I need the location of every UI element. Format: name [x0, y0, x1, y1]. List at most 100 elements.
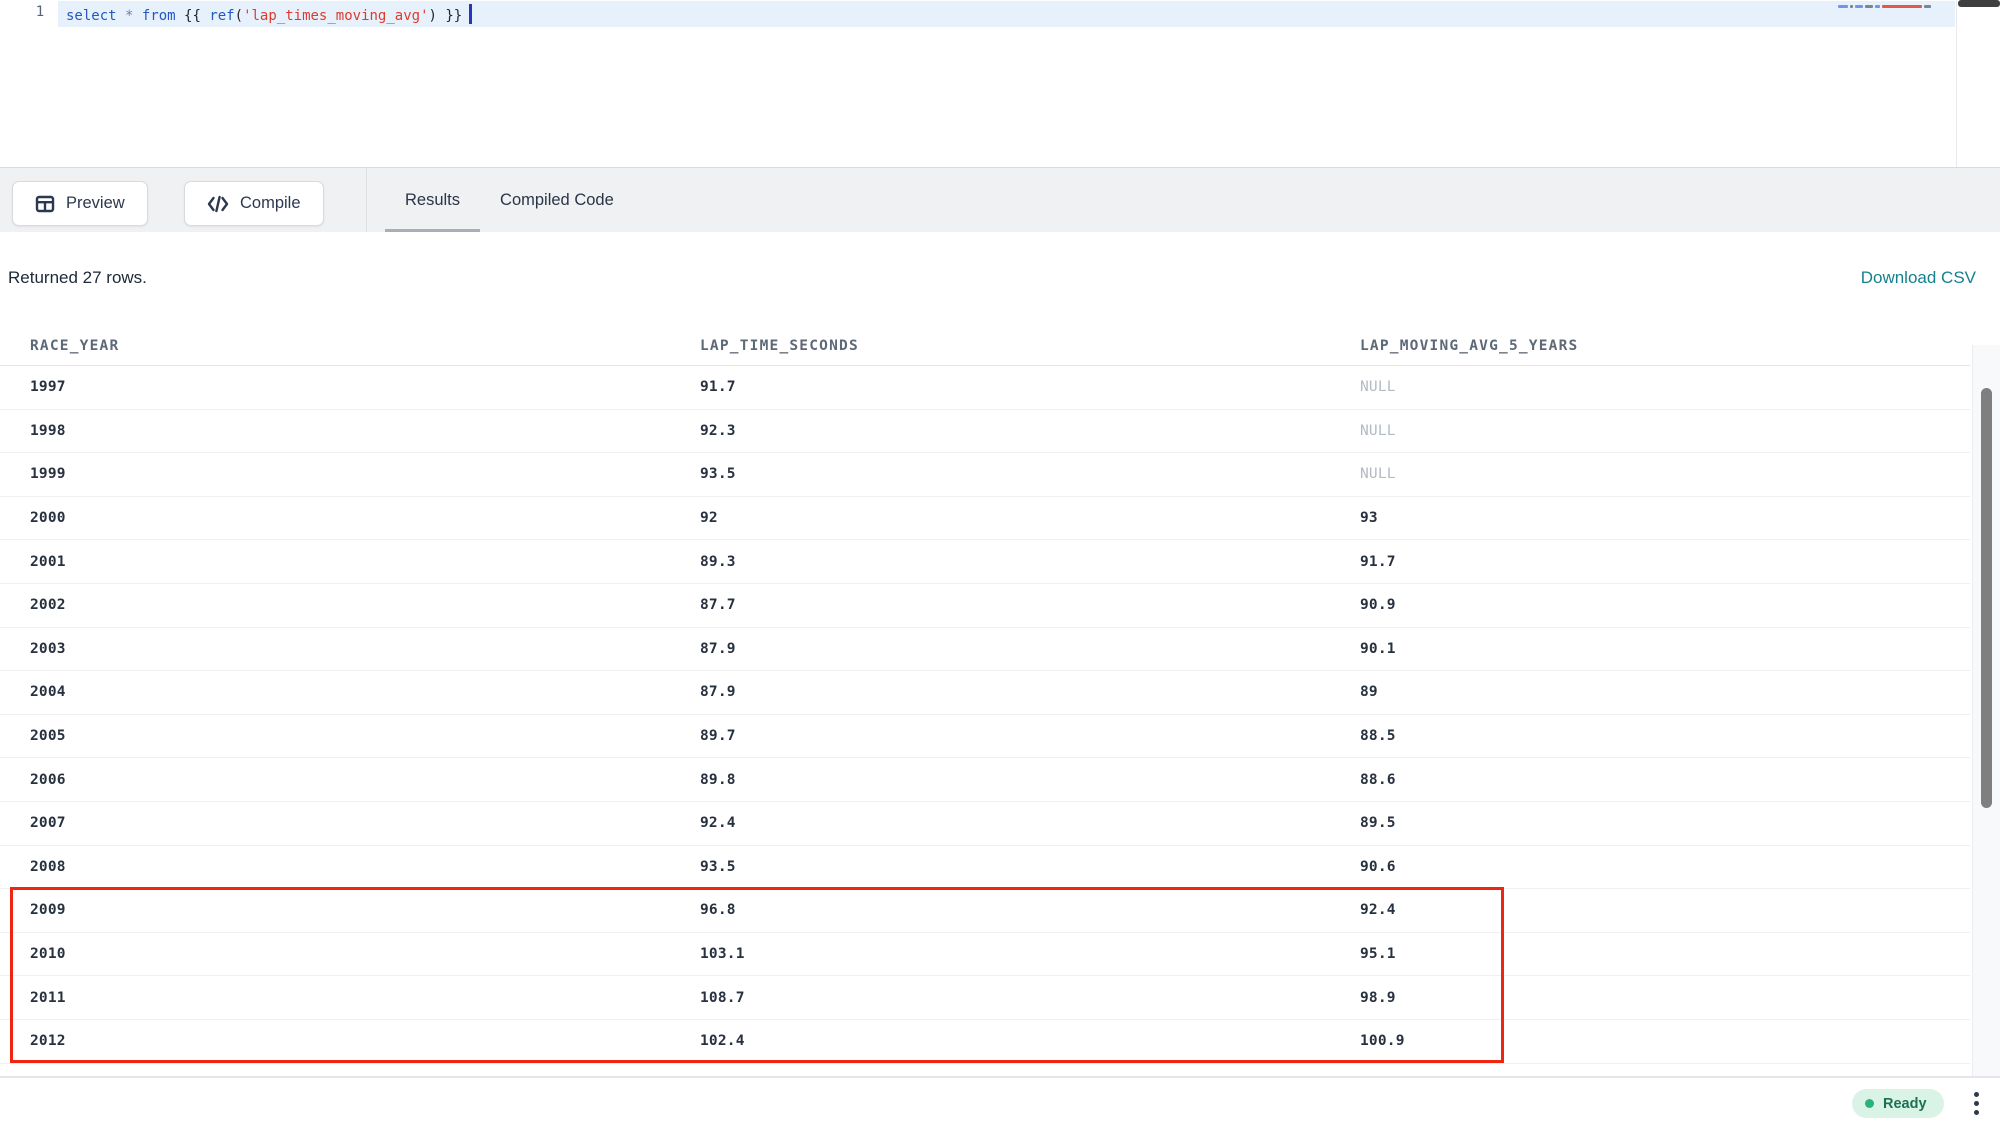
results-meta-row: Returned 27 rows. Download CSV	[0, 232, 2000, 322]
table-cell: 88.5	[1360, 728, 1970, 744]
code-line[interactable]: select * from {{ ref('lap_times_moving_a…	[66, 4, 472, 26]
table-row: 2012102.4100.9	[0, 1020, 1970, 1064]
code-brackets-icon	[207, 194, 229, 214]
table-cell: 2006	[0, 772, 700, 788]
sql-ide-screen: 1 select * from {{ ref('lap_times_moving…	[0, 0, 2000, 1124]
table-cell: 92.3	[700, 423, 1360, 439]
table-cell: 1998	[0, 423, 700, 439]
table-cell: 87.7	[700, 597, 1360, 613]
status-label: Ready	[1883, 1096, 1927, 1112]
minimap-code-line	[1850, 5, 1853, 8]
table-cell: 89.8	[700, 772, 1360, 788]
table-row: 199892.3NULL	[0, 410, 1970, 454]
table-cell: 90.9	[1360, 597, 1970, 613]
download-csv-link[interactable]: Download CSV	[1861, 268, 1976, 288]
table-cell: 89.7	[700, 728, 1360, 744]
tab-results[interactable]: Results	[385, 168, 480, 233]
preview-button-label: Preview	[66, 194, 125, 213]
table-header-row: RACE_YEAR LAP_TIME_SECONDS LAP_MOVING_AV…	[0, 326, 1970, 366]
table-row: 200487.989	[0, 671, 1970, 715]
table-cell: 2001	[0, 554, 700, 570]
table-cell: 98.9	[1360, 990, 1970, 1006]
toolbar-divider	[366, 168, 367, 233]
table-cell: 2002	[0, 597, 700, 613]
table-cell: NULL	[1360, 423, 1970, 439]
table-cell: 93.5	[700, 466, 1360, 482]
table-cell: 93.5	[700, 859, 1360, 875]
result-tabs: Results Compiled Code	[385, 168, 634, 233]
table-cell: 102.4	[700, 1033, 1360, 1049]
results-table: RACE_YEAR LAP_TIME_SECONDS LAP_MOVING_AV…	[0, 326, 1970, 1064]
minimap-code-line	[1855, 5, 1863, 8]
table-cell: 2003	[0, 641, 700, 657]
table-cell: 100.9	[1360, 1033, 1970, 1049]
table-grid-icon	[35, 194, 55, 214]
status-badge: Ready	[1852, 1089, 1944, 1118]
table-row: 200792.489.5	[0, 802, 1970, 846]
table-cell: NULL	[1360, 466, 1970, 482]
table-cell: 2010	[0, 946, 700, 962]
table-cell: 89.5	[1360, 815, 1970, 831]
compile-button[interactable]: Compile	[184, 181, 324, 226]
table-row: 200689.888.6	[0, 758, 1970, 802]
table-cell: 1997	[0, 379, 700, 395]
tab-compiled-code[interactable]: Compiled Code	[480, 168, 634, 233]
kebab-menu-icon[interactable]	[1966, 1086, 1986, 1120]
table-cell: 87.9	[700, 641, 1360, 657]
column-header-race-year: RACE_YEAR	[0, 338, 700, 354]
table-cell: 108.7	[700, 990, 1360, 1006]
table-cell: 96.8	[700, 902, 1360, 918]
table-cell: 92.4	[700, 815, 1360, 831]
table-cell: 2011	[0, 990, 700, 1006]
minimap-code-line	[1882, 5, 1922, 8]
table-row: 20009293	[0, 497, 1970, 541]
table-cell: 89	[1360, 684, 1970, 700]
table-cell: 2005	[0, 728, 700, 744]
table-cell: 2008	[0, 859, 700, 875]
table-cell: 91.7	[700, 379, 1360, 395]
table-cell: 92.4	[1360, 902, 1970, 918]
table-row: 199993.5NULL	[0, 453, 1970, 497]
table-cell: 2004	[0, 684, 700, 700]
row-count-summary: Returned 27 rows.	[8, 268, 147, 288]
table-cell: 91.7	[1360, 554, 1970, 570]
toolbar: Preview Compile Results Compiled Code	[0, 167, 2000, 232]
minimap-code-line	[1838, 5, 1848, 8]
table-cell: 103.1	[700, 946, 1360, 962]
table-cell: 89.3	[700, 554, 1360, 570]
code-editor[interactable]: 1 select * from {{ ref('lap_times_moving…	[0, 0, 2000, 167]
column-header-lap-time-seconds: LAP_TIME_SECONDS	[700, 338, 1360, 354]
table-row: 2011108.798.9	[0, 976, 1970, 1020]
text-cursor	[469, 4, 472, 24]
table-cell: 2012	[0, 1033, 700, 1049]
table-row: 2010103.195.1	[0, 933, 1970, 977]
table-cell: NULL	[1360, 379, 1970, 395]
table-cell: 1999	[0, 466, 700, 482]
table-cell: 87.9	[700, 684, 1360, 700]
editor-scrollbar[interactable]	[1956, 0, 2000, 167]
editor-minimap[interactable]	[1838, 3, 1931, 9]
table-cell: 2000	[0, 510, 700, 526]
line-number: 1	[28, 4, 52, 20]
minimap-code-line	[1865, 5, 1873, 8]
table-row: 199791.7NULL	[0, 366, 1970, 410]
table-cell: 88.6	[1360, 772, 1970, 788]
table-scrollbar-thumb[interactable]	[1981, 388, 1992, 808]
table-row: 200589.788.5	[0, 715, 1970, 759]
compile-button-label: Compile	[240, 194, 301, 213]
table-cell: 95.1	[1360, 946, 1970, 962]
table-cell: 93	[1360, 510, 1970, 526]
preview-button[interactable]: Preview	[12, 181, 148, 226]
minimap-code-line	[1924, 5, 1931, 8]
table-cell: 2007	[0, 815, 700, 831]
editor-scrollbar-thumb[interactable]	[1958, 0, 2000, 7]
column-header-lap-moving-avg: LAP_MOVING_AVG_5_YEARS	[1360, 338, 1970, 354]
table-row: 200996.892.4	[0, 889, 1970, 933]
table-row: 200287.790.9	[0, 584, 1970, 628]
table-row: 200189.391.7	[0, 540, 1970, 584]
table-row: 200387.990.1	[0, 628, 1970, 672]
table-cell: 2009	[0, 902, 700, 918]
status-dot-icon	[1865, 1099, 1874, 1108]
minimap-code-line	[1875, 5, 1880, 8]
table-scrollbar[interactable]	[1972, 345, 2000, 1076]
